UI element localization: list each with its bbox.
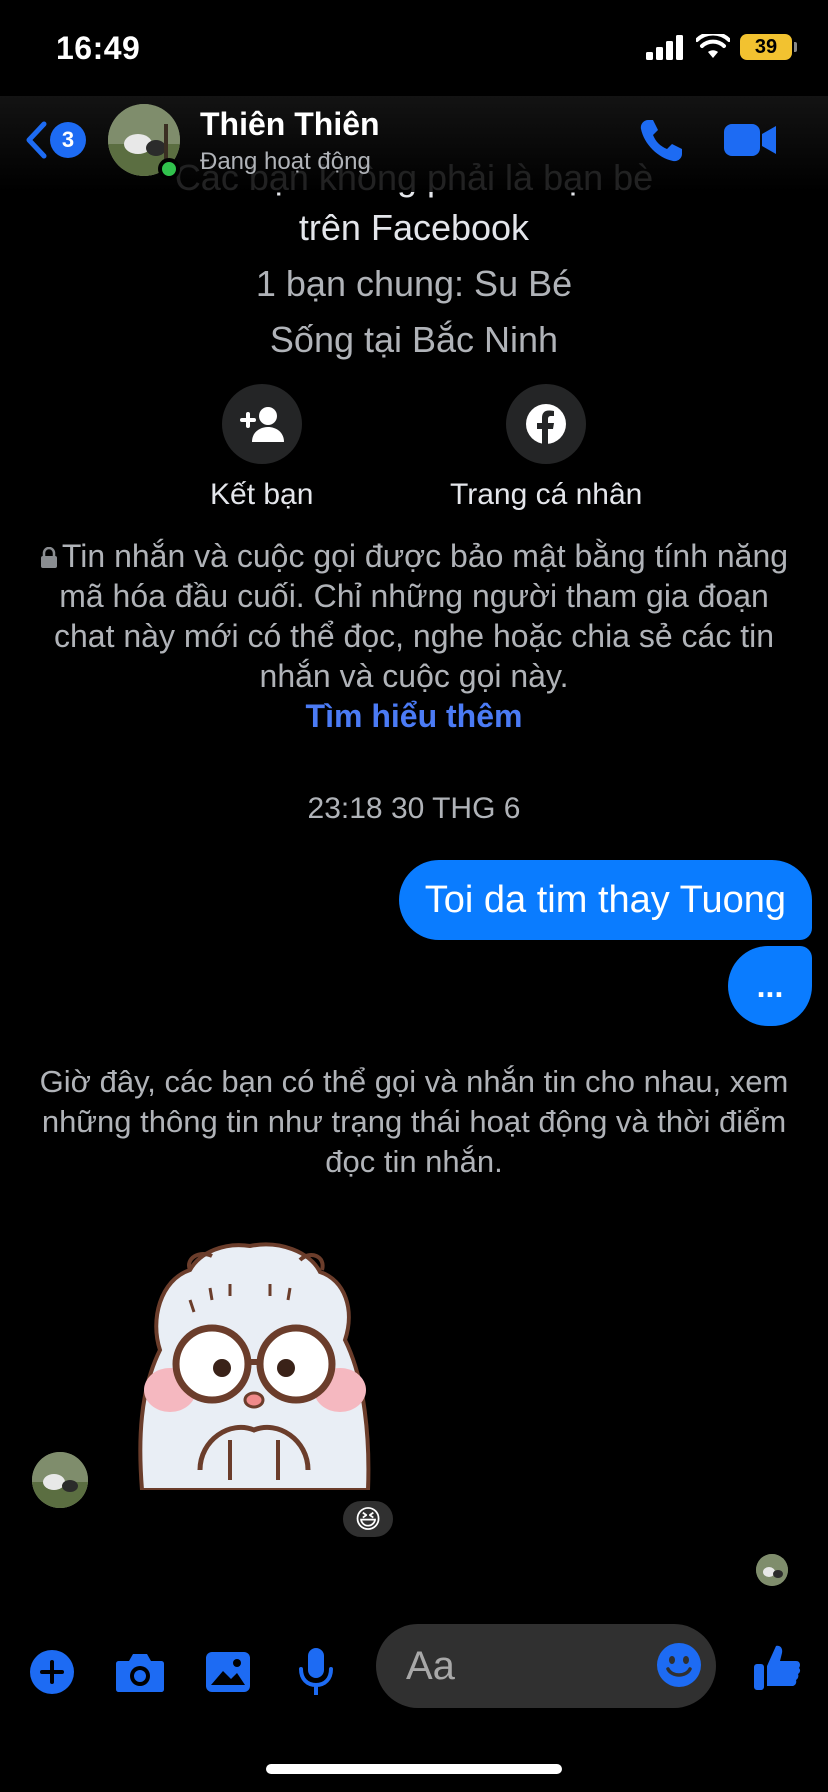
gallery-icon <box>206 1652 250 1692</box>
camera-button[interactable] <box>114 1646 166 1698</box>
reaction-emoji: 😆 <box>354 1503 382 1534</box>
chat-header: 3 Thiên Thiên Đang hoạt động <box>0 96 828 192</box>
add-friend-icon <box>239 407 284 442</box>
contact-name[interactable]: Thiên Thiên <box>200 106 380 143</box>
phone-icon <box>640 120 682 162</box>
online-status-dot <box>158 158 180 180</box>
profile-actions: Kết bạn Trang cá nhân <box>0 384 828 514</box>
home-indicator[interactable] <box>266 1764 562 1774</box>
message-reaction[interactable]: 😆 <box>340 1498 396 1540</box>
outgoing-message-text: Toi da tim thay Tuong <box>424 878 786 921</box>
outgoing-message-text: ... <box>756 967 784 1004</box>
lives-in: Sống tại Bắc Ninh <box>269 319 559 360</box>
learn-more-link[interactable]: Tìm hiểu thêm <box>30 696 798 736</box>
message-timestamp: 23:18 30 THG 6 <box>307 792 521 825</box>
outgoing-message-bubble[interactable]: Toi da tim thay Tuong <box>398 860 812 940</box>
gallery-button[interactable] <box>202 1646 254 1698</box>
microphone-icon <box>299 1648 333 1695</box>
system-message: Giờ đây, các bạn có thể gọi và nhắn tin … <box>39 1064 789 1179</box>
like-button[interactable] <box>752 1642 802 1692</box>
message-composer <box>0 1622 828 1722</box>
lock-icon <box>40 546 57 568</box>
voice-message-button[interactable] <box>290 1646 342 1698</box>
video-camera-icon <box>724 124 776 156</box>
emoji-icon <box>657 1643 701 1687</box>
back-chevron-icon <box>26 121 47 159</box>
profile-label: Trang cá nhân <box>450 478 643 511</box>
intro-facebook-line: trên Facebook <box>298 207 530 248</box>
camera-icon <box>116 1654 164 1692</box>
more-actions-button[interactable] <box>26 1646 78 1698</box>
status-bar: 16:49 39 <box>0 0 828 100</box>
facebook-icon <box>526 404 567 444</box>
outgoing-message-bubble[interactable]: ... <box>728 946 812 1026</box>
status-indicators: 39 <box>646 34 797 60</box>
sender-avatar[interactable] <box>32 1452 88 1508</box>
contact-active-status: Đang hoạt động <box>200 148 371 175</box>
sticker-message[interactable] <box>130 1240 400 1492</box>
voice-call-button[interactable] <box>636 116 686 166</box>
status-time: 16:49 <box>56 30 141 66</box>
encryption-text: Tin nhắn và cuộc gọi được bảo mật bằng t… <box>53 538 789 694</box>
plus-icon <box>30 1650 74 1694</box>
add-friend-button[interactable]: Kết bạn <box>210 384 313 512</box>
cellular-signal-icon <box>646 35 683 60</box>
thumbs-up-icon <box>754 1645 801 1690</box>
view-profile-button[interactable]: Trang cá nhân <box>450 384 642 512</box>
encryption-notice: Tin nhắn và cuộc gọi được bảo mật bằng t… <box>30 536 798 736</box>
wifi-icon <box>696 34 730 58</box>
back-button[interactable]: 3 <box>24 120 86 160</box>
battery-level: 39 <box>754 35 778 58</box>
mutual-friends: 1 bạn chung: Su Bé <box>255 263 573 304</box>
read-receipt-avatar <box>756 1554 788 1586</box>
unread-count-badge: 3 <box>50 122 86 158</box>
emoji-button[interactable] <box>656 1642 702 1688</box>
battery-indicator: 39 <box>740 34 797 60</box>
video-call-button[interactable] <box>722 118 778 162</box>
add-friend-label: Kết bạn <box>210 478 314 511</box>
